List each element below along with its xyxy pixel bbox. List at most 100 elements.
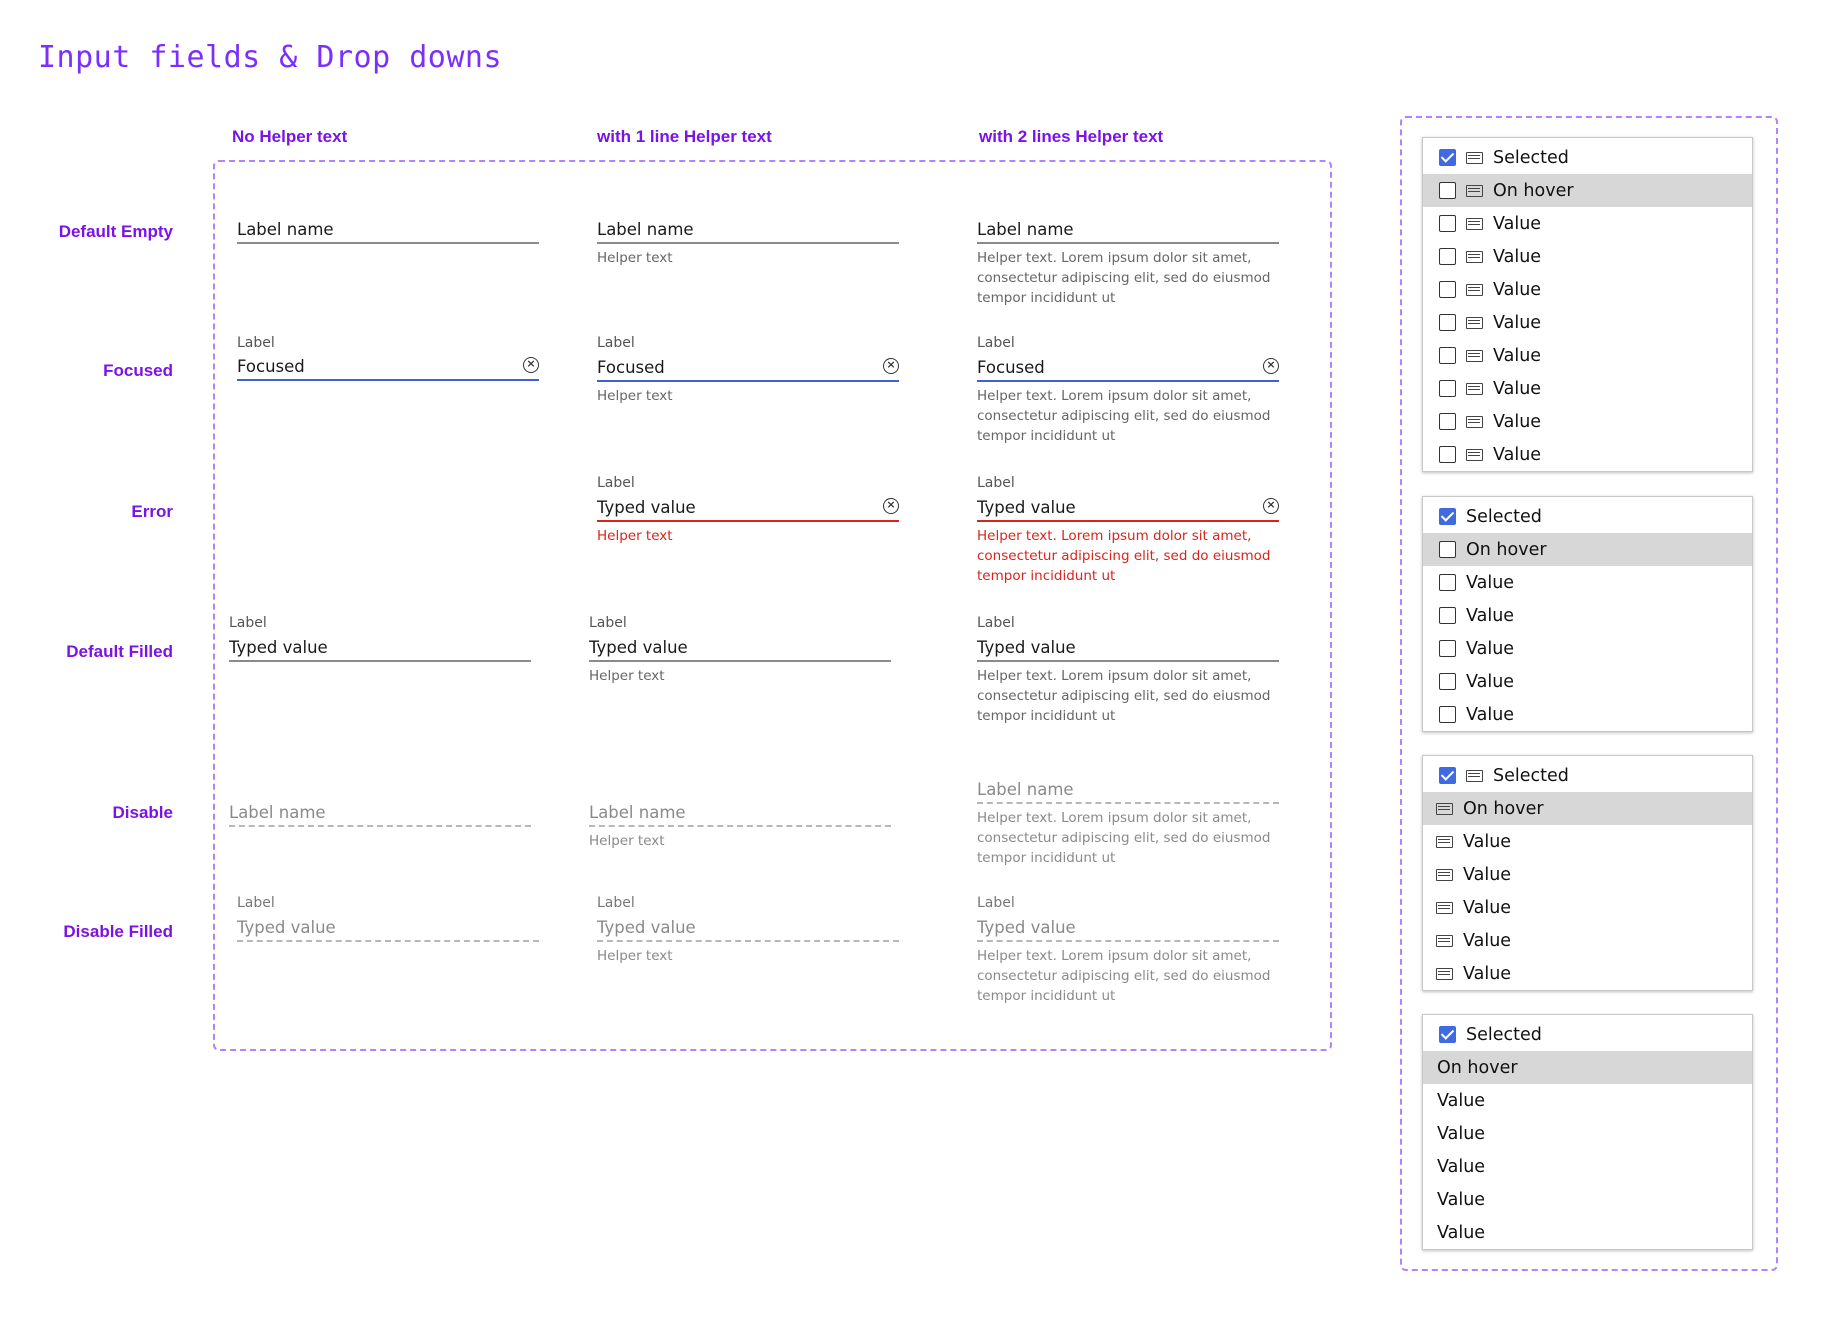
field-placeholder: Label name [977,220,1074,239]
text-field-default-empty[interactable]: Label name Helper text [597,218,899,268]
dropdown-option[interactable]: On hover [1423,174,1752,207]
checkbox-icon[interactable] [1439,413,1456,430]
clear-icon[interactable]: × [1263,358,1279,374]
checkbox-icon[interactable] [1439,347,1456,364]
checkbox-icon[interactable] [1439,281,1456,298]
clear-icon[interactable]: × [1263,498,1279,514]
dropdown-option[interactable]: Value [1423,825,1752,858]
checkbox-checked-icon[interactable] [1439,508,1456,525]
dropdown-option[interactable]: Value [1423,438,1752,471]
clear-icon[interactable]: × [883,498,899,514]
checkbox-icon[interactable] [1439,446,1456,463]
field-label: Label [597,335,635,351]
field-underline [977,660,1279,662]
dropdown-option[interactable]: Value [1423,957,1752,990]
dropdown-option[interactable]: Value [1423,698,1752,731]
field-underline [977,940,1279,942]
checkbox-checked-icon[interactable] [1439,767,1456,784]
dropdown-option[interactable]: Value [1423,599,1752,632]
dropdown-option[interactable]: On hover [1423,792,1752,825]
text-field-default-filled[interactable]: Label Typed value Helper text [589,615,891,685]
error-helper-text: Helper text [597,528,673,544]
dropdown-option[interactable]: Value [1423,1183,1752,1216]
checkbox-icon[interactable] [1439,574,1456,591]
text-field-focused[interactable]: Label Focused × Helper text [597,335,899,405]
dropdown-option[interactable]: Selected [1423,500,1752,533]
dropdown-option[interactable]: Value [1423,566,1752,599]
dropdown-option[interactable]: On hover [1423,1051,1752,1084]
field-label: Label [977,615,1015,631]
clear-icon[interactable]: × [883,358,899,374]
field-underline [237,379,539,381]
field-label: Label [977,335,1015,351]
field-value: Typed value [597,498,696,517]
dropdown-option[interactable]: Value [1423,273,1752,306]
field-label: Label [977,895,1015,911]
checkbox-icon[interactable] [1439,182,1456,199]
checkbox-icon[interactable] [1439,314,1456,331]
checkbox-checked-icon[interactable] [1439,1026,1456,1043]
text-field-disabled-filled: Label Typed value [237,895,539,945]
text-field-default-filled[interactable]: Label Typed value Helper text. Lorem ips… [977,615,1279,725]
dropdown-option[interactable]: Value [1423,858,1752,891]
text-field-disabled-filled: Label Typed value Helper text [597,895,899,965]
text-field-error[interactable]: Label Typed value × Helper text. Lorem i… [977,475,1279,585]
dropdown-option[interactable]: Value [1423,891,1752,924]
dropdown-option[interactable]: Value [1423,1216,1752,1249]
checkbox-icon[interactable] [1439,248,1456,265]
dropdown-option[interactable]: Selected [1423,1018,1752,1051]
dropdown-option[interactable]: Value [1423,339,1752,372]
dropdown-option[interactable]: Value [1423,1117,1752,1150]
dropdown-option[interactable]: Value [1423,924,1752,957]
text-field-focused[interactable]: Label Focused × Helper text. Lorem ipsum… [977,335,1279,445]
error-helper-text: Helper text. Lorem ipsum dolor sit amet,… [977,528,1271,584]
dropdown-option[interactable]: Value [1423,207,1752,240]
field-underline [597,520,899,522]
row-label-focused: Focused [103,361,173,380]
field-label: Label [229,615,267,631]
dropdown-option[interactable]: Value [1423,405,1752,438]
folder-icon [1436,967,1453,980]
checkbox-checked-icon[interactable] [1439,149,1456,166]
row-label-disable-filled: Disable Filled [63,922,173,941]
field-underline [237,940,539,942]
field-underline [597,242,899,244]
folder-icon [1436,901,1453,914]
clear-icon[interactable]: × [523,357,539,373]
helper-text: Helper text. Lorem ipsum dolor sit amet,… [977,250,1271,306]
dropdown-option[interactable]: Value [1423,240,1752,273]
text-field-error[interactable]: Label Typed value × Helper text [597,475,899,545]
dropdown-option[interactable]: Value [1423,1084,1752,1117]
checkbox-icon[interactable] [1439,380,1456,397]
field-label: Label [589,615,627,631]
checkbox-icon[interactable] [1439,607,1456,624]
field-value: Focused [977,358,1045,377]
folder-icon [1466,316,1483,329]
dropdown-option[interactable]: Value [1423,306,1752,339]
folder-icon [1466,250,1483,263]
checkbox-icon[interactable] [1439,215,1456,232]
text-field-focused[interactable]: Label Focused × [237,335,539,385]
checkbox-icon[interactable] [1439,640,1456,657]
dropdown-option[interactable]: Value [1423,665,1752,698]
folder-icon [1436,868,1453,881]
text-field-default-empty[interactable]: Label name [237,218,539,248]
dropdown-option[interactable]: Value [1423,372,1752,405]
dropdown-option[interactable]: On hover [1423,533,1752,566]
field-placeholder: Label name [977,780,1074,799]
dropdown-option[interactable]: Value [1423,1150,1752,1183]
text-field-disabled: Label name [229,800,531,830]
folder-icon [1466,415,1483,428]
field-underline [977,380,1279,382]
dropdown-option[interactable]: Value [1423,632,1752,665]
checkbox-icon[interactable] [1439,706,1456,723]
text-field-default-empty[interactable]: Label name Helper text. Lorem ipsum dolo… [977,218,1279,308]
checkbox-icon[interactable] [1439,541,1456,558]
dropdown-option[interactable]: Selected [1423,141,1752,174]
dropdown-icon: Selected On hover Value Value Value Valu… [1422,755,1753,991]
dropdown-option[interactable]: Selected [1423,759,1752,792]
helper-text: Helper text. Lorem ipsum dolor sit amet,… [977,948,1271,1004]
row-label-default-empty: Default Empty [58,222,173,241]
text-field-default-filled[interactable]: Label Typed value [229,615,531,665]
checkbox-icon[interactable] [1439,673,1456,690]
